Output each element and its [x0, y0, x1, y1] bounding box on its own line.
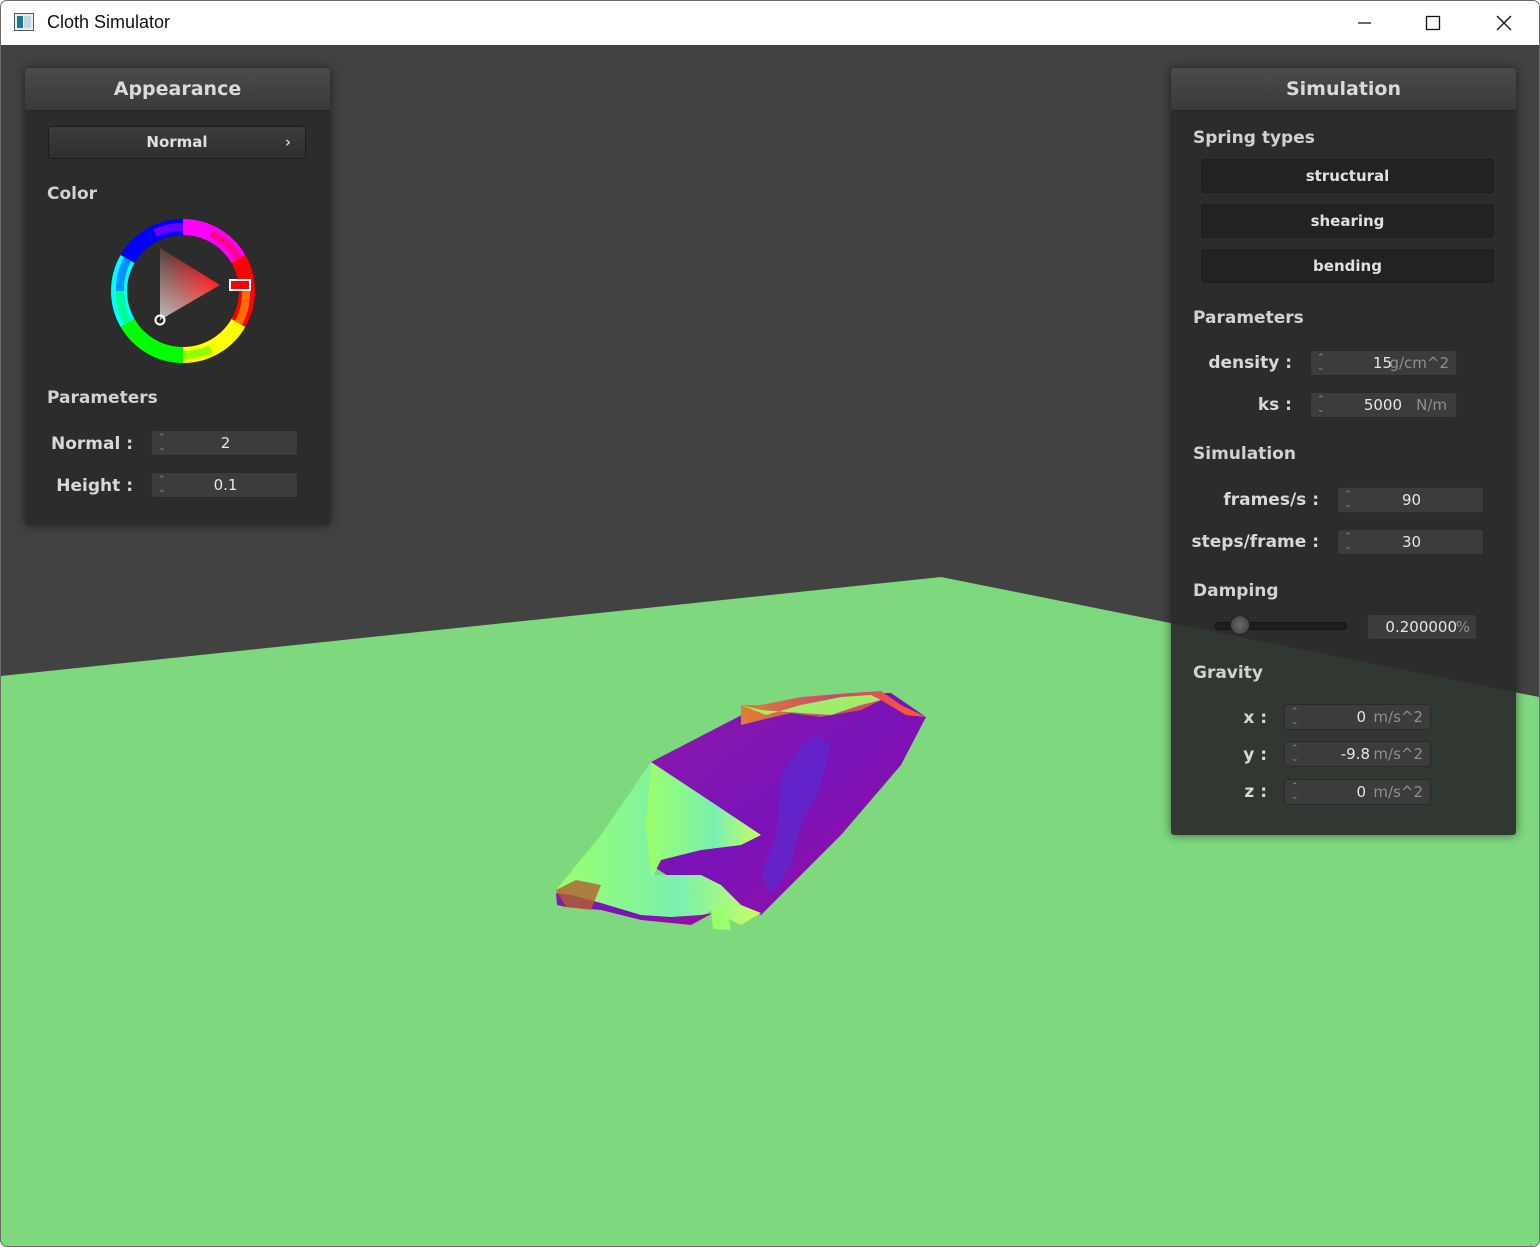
gravity-z-stepper[interactable]: ⌃ ⌄ 0 m/s^2 — [1284, 779, 1431, 805]
gravity-x-label: x : — [1243, 708, 1267, 728]
spin-arrows-icon: ⌃ ⌄ — [1317, 395, 1325, 415]
app-icon — [14, 13, 34, 31]
steps-value: 30 — [1401, 533, 1422, 551]
spin-arrows-icon: ⌃ ⌄ — [1291, 707, 1299, 727]
gravity-x-stepper[interactable]: ⌃ ⌄ 0 m/s^2 — [1284, 704, 1431, 730]
3d-viewport[interactable]: Appearance Normal › Color Parameters Nor… — [1, 45, 1539, 1246]
fps-label: frames/s : — [1223, 490, 1319, 510]
ks-value: 5000 — [1363, 396, 1402, 414]
normal-label: Normal : — [50, 434, 133, 454]
gravity-y-value: -9.8 — [1340, 745, 1370, 763]
spring-types-label: Spring types — [1193, 128, 1315, 148]
damping-label: Damping — [1193, 581, 1279, 601]
gravity-z-label: z : — [1244, 782, 1267, 802]
ks-label: ks : — [1257, 395, 1292, 415]
normal-stepper[interactable]: ⌃ ⌄ 2 — [151, 430, 298, 456]
shader-select[interactable]: Normal › — [48, 126, 306, 159]
appearance-panel: Appearance Normal › Color Parameters Nor… — [25, 68, 330, 525]
damping-value: 0.200000 — [1385, 618, 1457, 636]
title-bar: Cloth Simulator — [1, 1, 1539, 45]
steps-label: steps/frame : — [1191, 532, 1319, 552]
ks-unit: N/m — [1416, 396, 1447, 414]
simulation-panel: Simulation Spring types structural shear… — [1171, 68, 1516, 835]
spin-arrows-icon: ⌃ ⌄ — [1291, 782, 1299, 802]
damping-slider-knob[interactable] — [1230, 615, 1250, 635]
appearance-panel-title[interactable]: Appearance — [25, 68, 330, 111]
cloth-simulator-window: Cloth Simulator Appearance Normal › Colo… — [0, 0, 1540, 1247]
window-title: Cloth Simulator — [47, 12, 171, 32]
steps-stepper[interactable]: ⌃ ⌄ 30 — [1337, 529, 1484, 555]
close-button[interactable] — [1469, 1, 1539, 45]
gravity-z-unit: m/s^2 — [1373, 783, 1423, 801]
maximize-button[interactable] — [1399, 1, 1469, 45]
gravity-z-value: 0 — [1356, 783, 1366, 801]
hue-selector-handle — [229, 279, 251, 291]
height-stepper[interactable]: ⌃ ⌄ 0.1 — [151, 472, 298, 498]
structural-toggle-button[interactable]: structural — [1201, 159, 1494, 193]
bending-toggle-button[interactable]: bending — [1201, 249, 1494, 283]
spin-arrows-icon: ⌃ ⌄ — [1317, 353, 1325, 373]
color-section-label: Color — [47, 184, 98, 204]
gravity-x-unit: m/s^2 — [1373, 708, 1423, 726]
gravity-label: Gravity — [1193, 663, 1263, 683]
gravity-y-label: y : — [1243, 745, 1267, 765]
chevron-right-icon: › — [284, 133, 291, 151]
normal-value: 2 — [220, 434, 231, 452]
color-wheel[interactable] — [108, 216, 258, 366]
density-unit: g/cm^2 — [1389, 354, 1449, 372]
gravity-y-stepper[interactable]: ⌃ ⌄ -9.8 m/s^2 — [1284, 741, 1431, 767]
shearing-toggle-button[interactable]: shearing — [1201, 204, 1494, 238]
fps-value: 90 — [1401, 491, 1422, 509]
minimize-icon — [1358, 22, 1371, 24]
shader-select-value: Normal — [146, 133, 208, 151]
gravity-x-value: 0 — [1356, 708, 1366, 726]
height-value: 0.1 — [213, 476, 238, 494]
simulation-panel-title[interactable]: Simulation — [1171, 68, 1516, 111]
density-stepper[interactable]: ⌃ ⌄ 15 g/cm^2 — [1310, 350, 1457, 376]
fps-stepper[interactable]: ⌃ ⌄ 90 — [1337, 487, 1484, 513]
maximize-icon — [1425, 15, 1441, 31]
density-label: density : — [1208, 353, 1292, 373]
minimize-button[interactable] — [1329, 1, 1399, 45]
damping-field[interactable]: 0.200000 % — [1367, 614, 1477, 640]
spin-arrows-icon: ⌃ ⌄ — [1291, 744, 1299, 764]
sim-parameters-label: Parameters — [1193, 308, 1304, 328]
appearance-parameters-label: Parameters — [47, 388, 158, 408]
ks-stepper[interactable]: ⌃ ⌄ 5000 N/m — [1310, 392, 1457, 418]
simulation-section-label: Simulation — [1193, 444, 1296, 464]
gravity-y-unit: m/s^2 — [1373, 745, 1423, 763]
close-icon — [1496, 15, 1512, 31]
height-label: Height : — [56, 476, 133, 496]
damping-unit: % — [1455, 618, 1470, 636]
